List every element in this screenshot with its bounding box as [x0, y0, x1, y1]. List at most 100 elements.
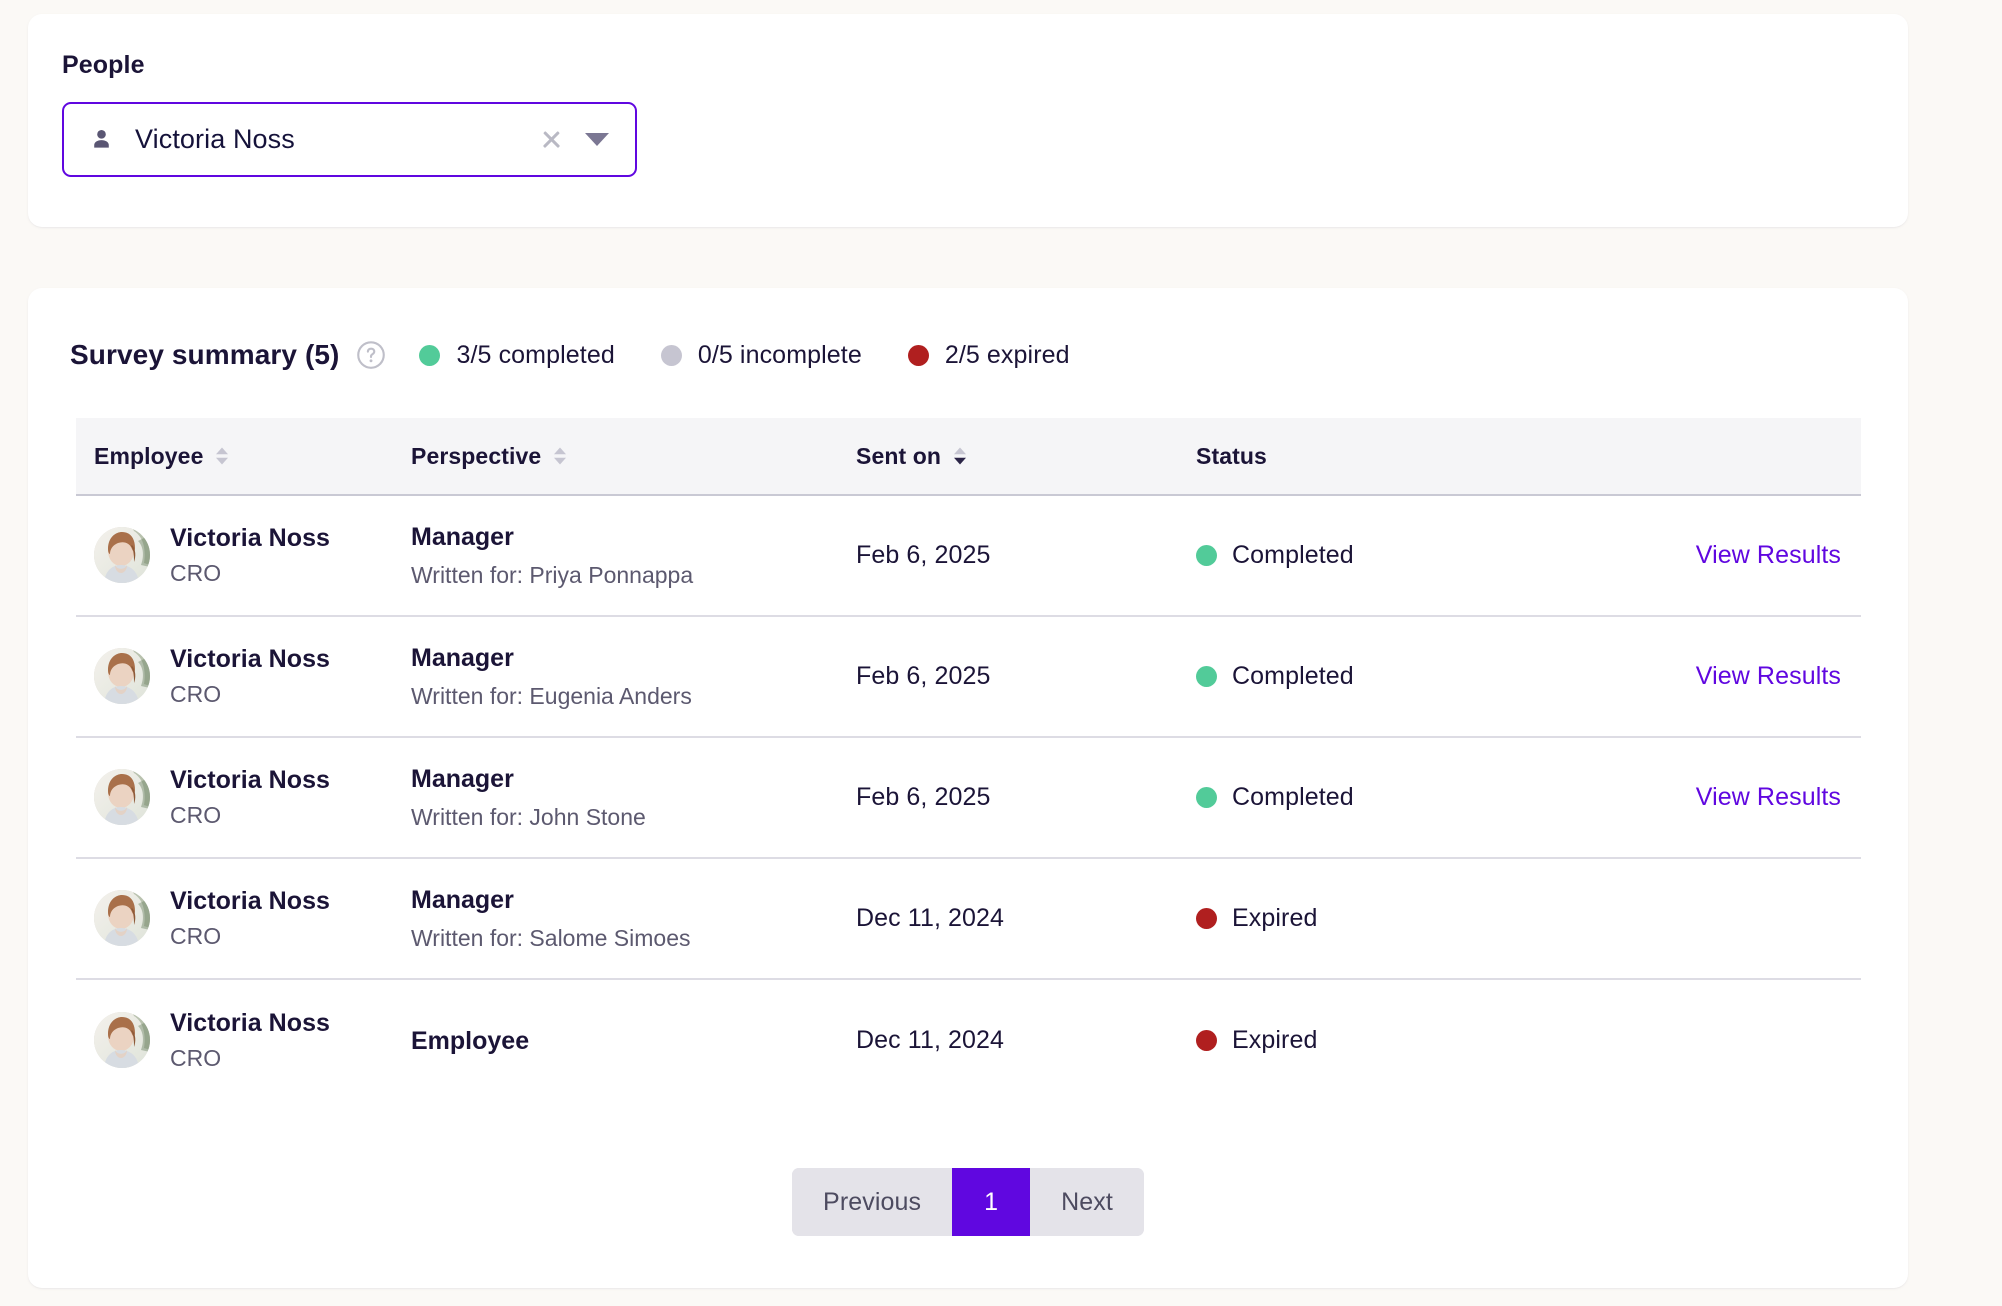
perspective-title: Manager — [411, 643, 514, 672]
table-row[interactable]: Victoria Noss CRO Manager Written for: Priy… — [76, 496, 1861, 617]
employee-text: Victoria Noss CRO — [170, 885, 330, 952]
avatar — [94, 648, 150, 705]
avatar-photo — [94, 890, 150, 947]
legend-item-completed: 3/5 completed — [419, 341, 615, 370]
employee-text: Victoria Noss CRO — [170, 764, 330, 831]
cell-actions: View Results — [1606, 662, 1861, 691]
people-filter-label: People — [62, 51, 145, 79]
perspective-title: Manager — [411, 764, 514, 793]
column-header-employee[interactable]: Employee — [76, 443, 411, 470]
employee-text: Victoria Noss CRO — [170, 643, 330, 710]
employee-role: CRO — [170, 923, 222, 950]
cell-sent-on: Feb 6, 2025 — [856, 541, 991, 569]
perspective-written-for: Written for: Eugenia Anders — [411, 682, 692, 709]
survey-table: Employee Perspective Sent on Status Vict… — [76, 418, 1861, 1101]
cell-employee: Victoria Noss CRO — [76, 643, 411, 710]
employee-name: Victoria Noss — [170, 766, 330, 795]
view-results-link[interactable]: View Results — [1696, 783, 1841, 812]
cell-status: Completed — [1196, 541, 1606, 570]
cell-perspective: Manager Written for: Eugenia Anders — [411, 642, 856, 712]
status-dot-incomplete-icon — [660, 344, 682, 366]
cell-perspective: Manager Written for: John Stone — [411, 763, 856, 833]
cell-perspective: Manager Written for: Priya Ponnappa — [411, 521, 856, 591]
cell-employee: Victoria Noss CRO — [76, 764, 411, 831]
cell-employee: Victoria Noss CRO — [76, 1007, 411, 1074]
status-dot-green-icon — [1196, 545, 1217, 566]
status-dot-red-icon — [1196, 1030, 1217, 1051]
employee-name: Victoria Noss — [170, 524, 330, 553]
column-header-employee-label: Employee — [94, 442, 204, 469]
column-header-sent-on-label: Sent on — [856, 442, 942, 469]
status-badge: Expired — [1232, 904, 1318, 932]
table-body: Victoria Noss CRO Manager Written for: Priy… — [76, 496, 1861, 1101]
next-page-button[interactable]: Next — [1030, 1168, 1144, 1236]
cell-actions: View Results — [1606, 783, 1861, 812]
column-header-status: Status — [1196, 443, 1606, 470]
cell-status: Expired — [1196, 904, 1606, 933]
table-row[interactable]: Victoria Noss CRO Manager Written for: John… — [76, 738, 1861, 859]
legend-label-expired: 2/5 expired — [944, 340, 1070, 369]
table-row[interactable]: Victoria Noss CRO Employee Dec 11, 2024 Expi… — [76, 980, 1861, 1101]
table-header-row: Employee Perspective Sent on Status — [76, 418, 1861, 496]
perspective-written-for: Written for: Salome Simoes — [411, 924, 691, 951]
table-row[interactable]: Victoria Noss CRO Manager Written for: Euge… — [76, 617, 1861, 738]
employee-text: Victoria Noss CRO — [170, 1007, 330, 1074]
column-header-perspective-label: Perspective — [411, 442, 542, 469]
view-results-link[interactable]: View Results — [1696, 541, 1841, 570]
cell-sent-on: Dec 11, 2024 — [856, 904, 1005, 932]
column-header-sent-on[interactable]: Sent on — [856, 443, 1196, 470]
column-header-perspective[interactable]: Perspective — [411, 443, 856, 470]
perspective-title: Employee — [411, 1026, 530, 1055]
employee-role: CRO — [170, 1045, 222, 1072]
sort-icon[interactable] — [214, 444, 230, 468]
status-dot-green-icon — [1196, 787, 1217, 808]
view-results-link[interactable]: View Results — [1696, 662, 1841, 691]
avatar — [94, 890, 150, 947]
avatar-photo — [94, 648, 150, 705]
cell-actions: View Results — [1606, 541, 1861, 570]
employee-name: Victoria Noss — [170, 887, 330, 916]
close-icon[interactable] — [539, 127, 565, 153]
cell-status: Completed — [1196, 783, 1606, 812]
perspective-written-for: Written for: Priya Ponnappa — [411, 561, 694, 588]
status-dot-green-icon — [1196, 666, 1217, 687]
survey-summary-card: Survey summary (5) 3/5 completed 0/5 inc… — [28, 288, 1908, 1288]
cell-sent-on: Feb 6, 2025 — [856, 662, 991, 690]
page-number-1[interactable]: 1 — [952, 1168, 1031, 1236]
cell-sent-on: Dec 11, 2024 — [856, 1026, 1005, 1054]
cell-status: Completed — [1196, 662, 1606, 691]
cell-employee: Victoria Noss CRO — [76, 522, 411, 589]
chevron-down-icon[interactable] — [585, 133, 609, 146]
page-title: Survey summary (5) — [70, 339, 340, 370]
status-badge: Completed — [1232, 662, 1354, 690]
previous-page-button[interactable]: Previous — [792, 1168, 953, 1236]
table-row[interactable]: Victoria Noss CRO Manager Written for: Salo… — [76, 859, 1861, 980]
perspective-title: Manager — [411, 522, 514, 551]
perspective-title: Manager — [411, 885, 514, 914]
sort-icon[interactable] — [552, 444, 568, 468]
avatar-photo — [94, 769, 150, 826]
status-dot-completed-icon — [419, 344, 441, 366]
employee-name: Victoria Noss — [170, 1009, 330, 1038]
people-select[interactable]: Victoria Noss — [62, 102, 637, 177]
cell-sent-on: Feb 6, 2025 — [856, 783, 991, 811]
column-header-status-label: Status — [1196, 442, 1267, 469]
employee-role: CRO — [170, 560, 222, 587]
pagination: Previous 1 Next — [28, 1168, 1908, 1236]
survey-summary-header: Survey summary (5) 3/5 completed 0/5 inc… — [70, 335, 1070, 375]
legend-item-expired: 2/5 expired — [907, 340, 1070, 370]
avatar — [94, 527, 150, 584]
status-dot-expired-icon — [907, 344, 929, 366]
pagination-group: Previous 1 Next — [792, 1168, 1144, 1236]
person-icon — [94, 130, 109, 148]
cell-employee: Victoria Noss CRO — [76, 885, 411, 952]
avatar — [94, 1012, 150, 1069]
employee-role: CRO — [170, 681, 222, 708]
help-icon[interactable] — [356, 340, 386, 370]
sort-icon-descending[interactable] — [952, 444, 968, 468]
people-filter-card: People Victoria Noss — [28, 14, 1908, 227]
perspective-written-for: Written for: John Stone — [411, 803, 646, 830]
legend-item-incomplete: 0/5 incomplete — [660, 340, 862, 370]
status-badge: Expired — [1232, 1026, 1318, 1054]
legend-label-incomplete: 0/5 incomplete — [697, 340, 862, 369]
